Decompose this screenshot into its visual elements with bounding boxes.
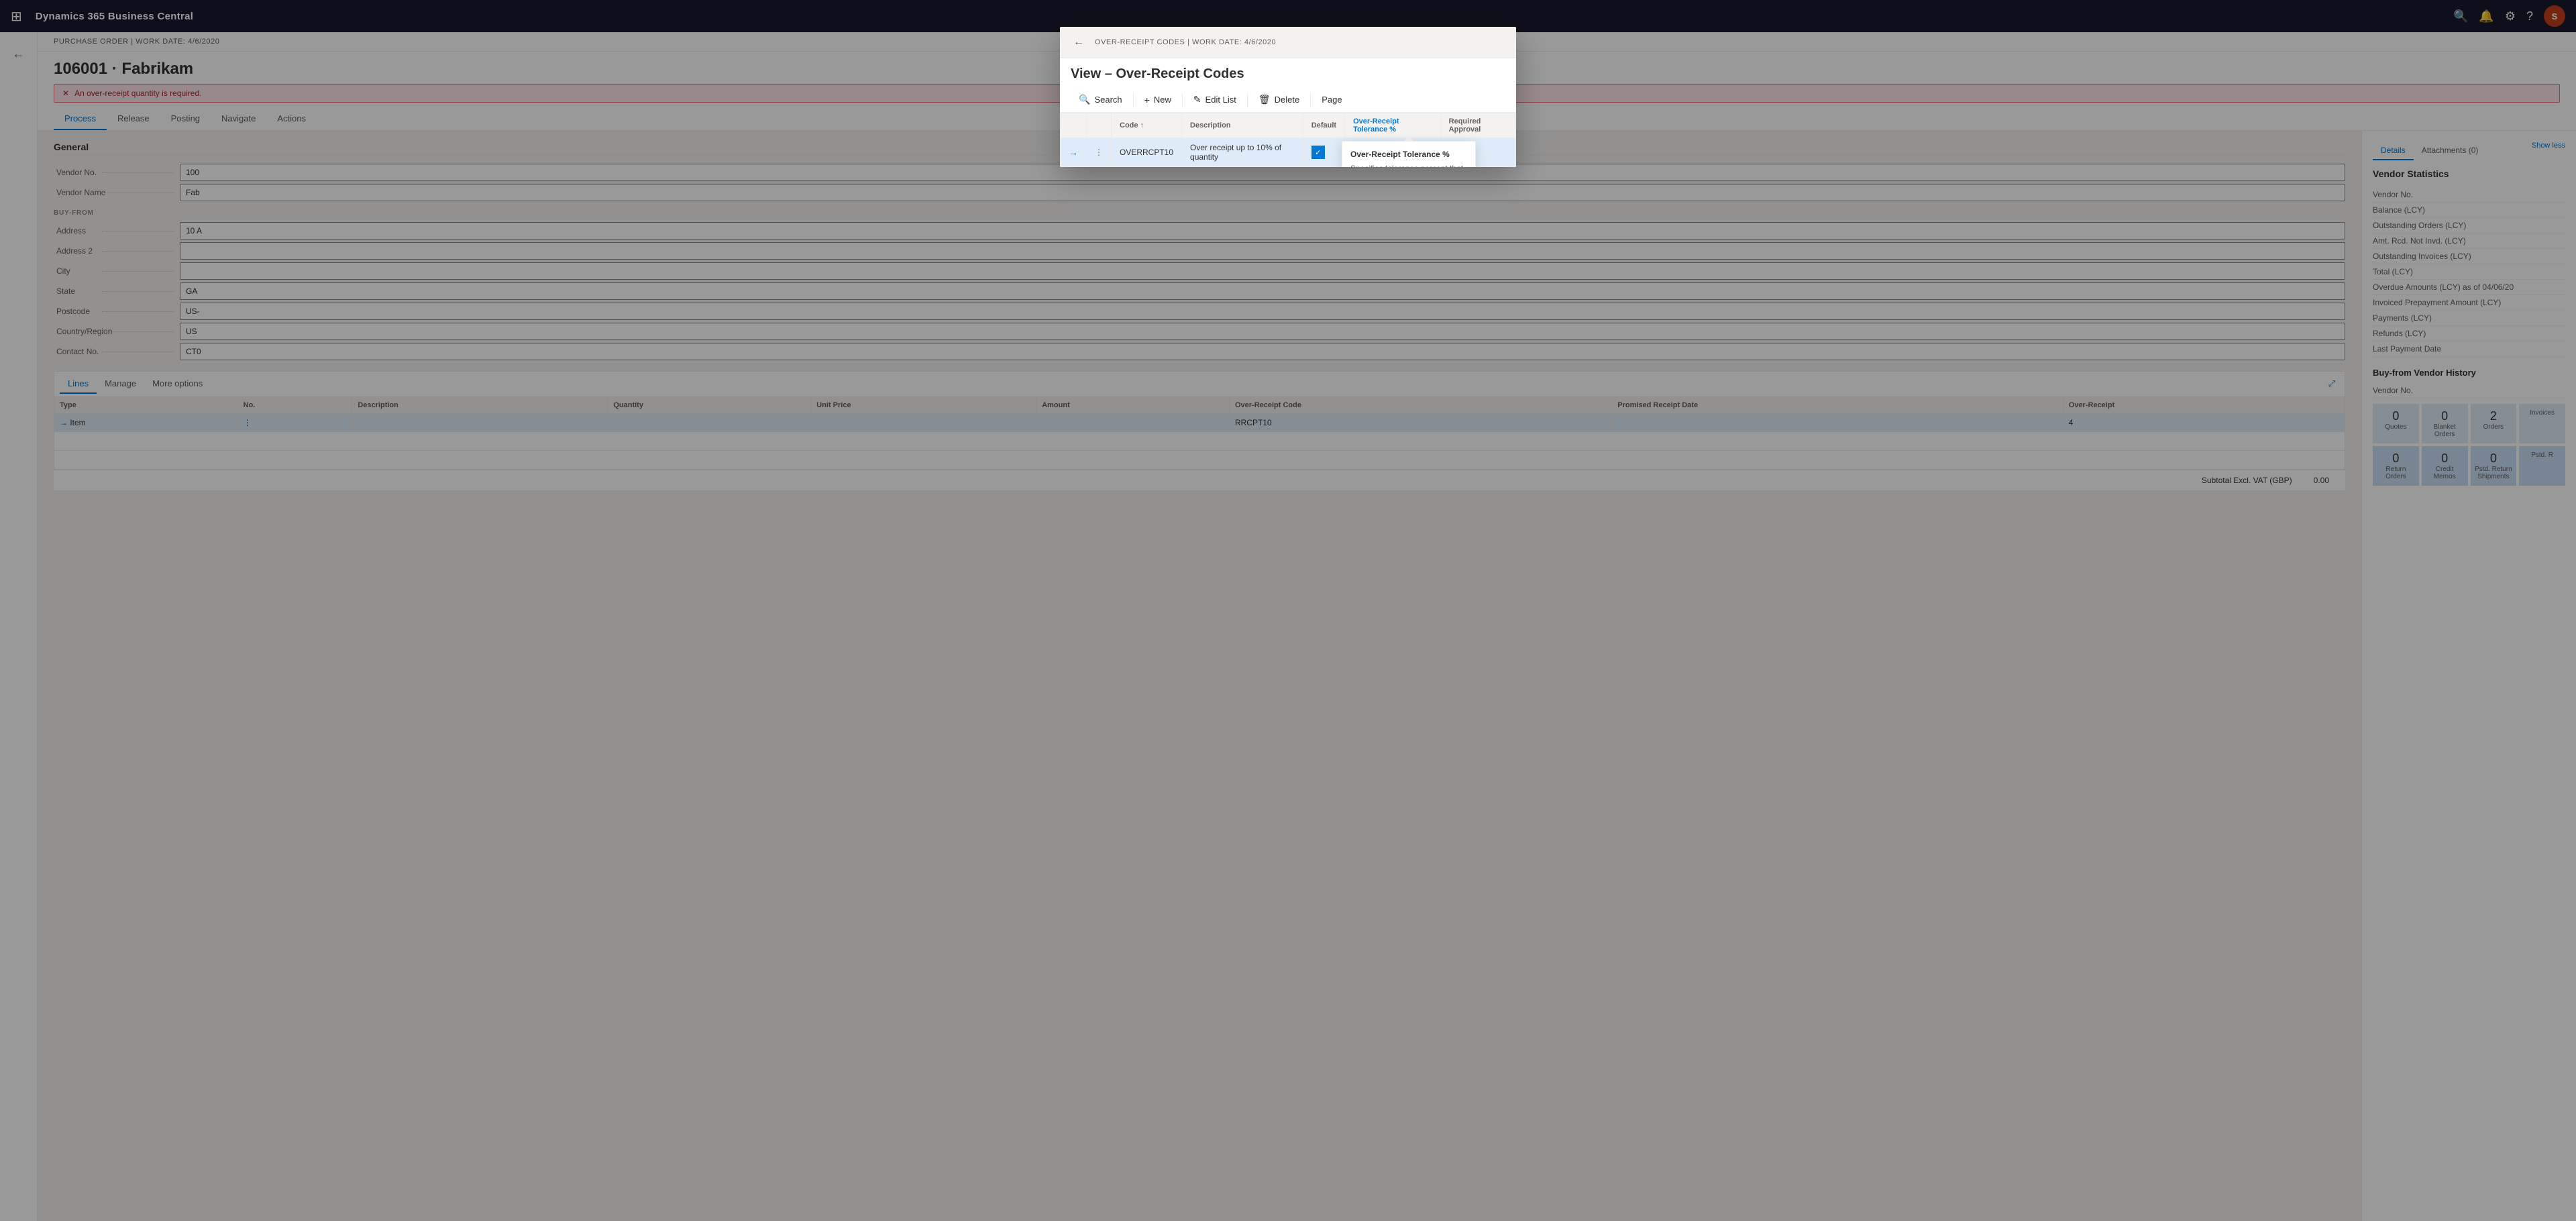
tooltip-title: Over-Receipt Tolerance % — [1350, 150, 1467, 159]
toolbar-sep-4 — [1310, 93, 1311, 107]
tooltip-body: Specifies tolerance percent that will be… — [1350, 163, 1467, 167]
new-btn-icon: + — [1144, 95, 1150, 105]
row-description-cell[interactable]: Over receipt up to 10% of quantity — [1182, 138, 1303, 167]
toolbar-sep-3 — [1247, 93, 1248, 107]
edit-list-label: Edit List — [1205, 95, 1236, 105]
row-code-cell[interactable]: OVERRCPT10 — [1112, 138, 1182, 167]
col-tolerance[interactable]: Over-Receipt Tolerance % — [1345, 113, 1441, 138]
search-btn-icon: 🔍 — [1079, 94, 1090, 105]
search-btn-label: Search — [1094, 95, 1122, 105]
edit-list-icon: ✎ — [1193, 94, 1201, 105]
page-button[interactable]: Page — [1313, 91, 1350, 109]
dialog-title: View – Over-Receipt Codes — [1060, 58, 1516, 87]
col-default: Default — [1303, 113, 1344, 138]
search-button[interactable]: 🔍 Search — [1071, 90, 1130, 109]
new-btn-label: New — [1154, 95, 1171, 105]
col-menu — [1087, 113, 1112, 138]
delete-label: Delete — [1275, 95, 1300, 105]
dialog-toolbar: 🔍 Search + New ✎ Edit List 🗑 Delete Page — [1060, 87, 1516, 113]
toolbar-sep-2 — [1182, 93, 1183, 107]
delete-button[interactable]: 🗑 Delete — [1250, 90, 1307, 109]
new-button[interactable]: + New — [1136, 91, 1179, 109]
row-context-menu[interactable]: ⋮ — [1087, 138, 1112, 167]
dialog-breadcrumb: OVER-RECEIPT CODES | WORK DATE: 4/6/2020 — [1095, 38, 1276, 46]
col-arrow — [1061, 113, 1087, 138]
page-label: Page — [1322, 95, 1342, 105]
tooltip-arrow — [1403, 136, 1414, 142]
col-description: Description — [1182, 113, 1303, 138]
delete-icon: 🗑 — [1258, 94, 1271, 105]
col-approval: Required Approval — [1440, 113, 1515, 138]
default-checkbox[interactable]: ✓ — [1311, 146, 1325, 159]
overlay-backdrop: ← OVER-RECEIPT CODES | WORK DATE: 4/6/20… — [0, 0, 2576, 1221]
over-receipt-dialog: ← OVER-RECEIPT CODES | WORK DATE: 4/6/20… — [1060, 27, 1516, 167]
toolbar-sep-1 — [1133, 93, 1134, 107]
tooltip-box: Over-Receipt Tolerance % Specifies toler… — [1342, 141, 1476, 167]
row-arrow-indicator: → — [1061, 138, 1087, 167]
edit-list-button[interactable]: ✎ Edit List — [1185, 90, 1244, 109]
dialog-header: ← OVER-RECEIPT CODES | WORK DATE: 4/6/20… — [1060, 27, 1516, 58]
row-selected-arrow-icon: → — [1069, 147, 1078, 158]
dialog-back-button[interactable]: ← — [1071, 34, 1087, 51]
row-menu-dots-icon[interactable]: ⋮ — [1095, 148, 1103, 157]
col-code[interactable]: Code ↑ — [1112, 113, 1182, 138]
row-default-cell[interactable]: ✓ — [1303, 138, 1344, 167]
